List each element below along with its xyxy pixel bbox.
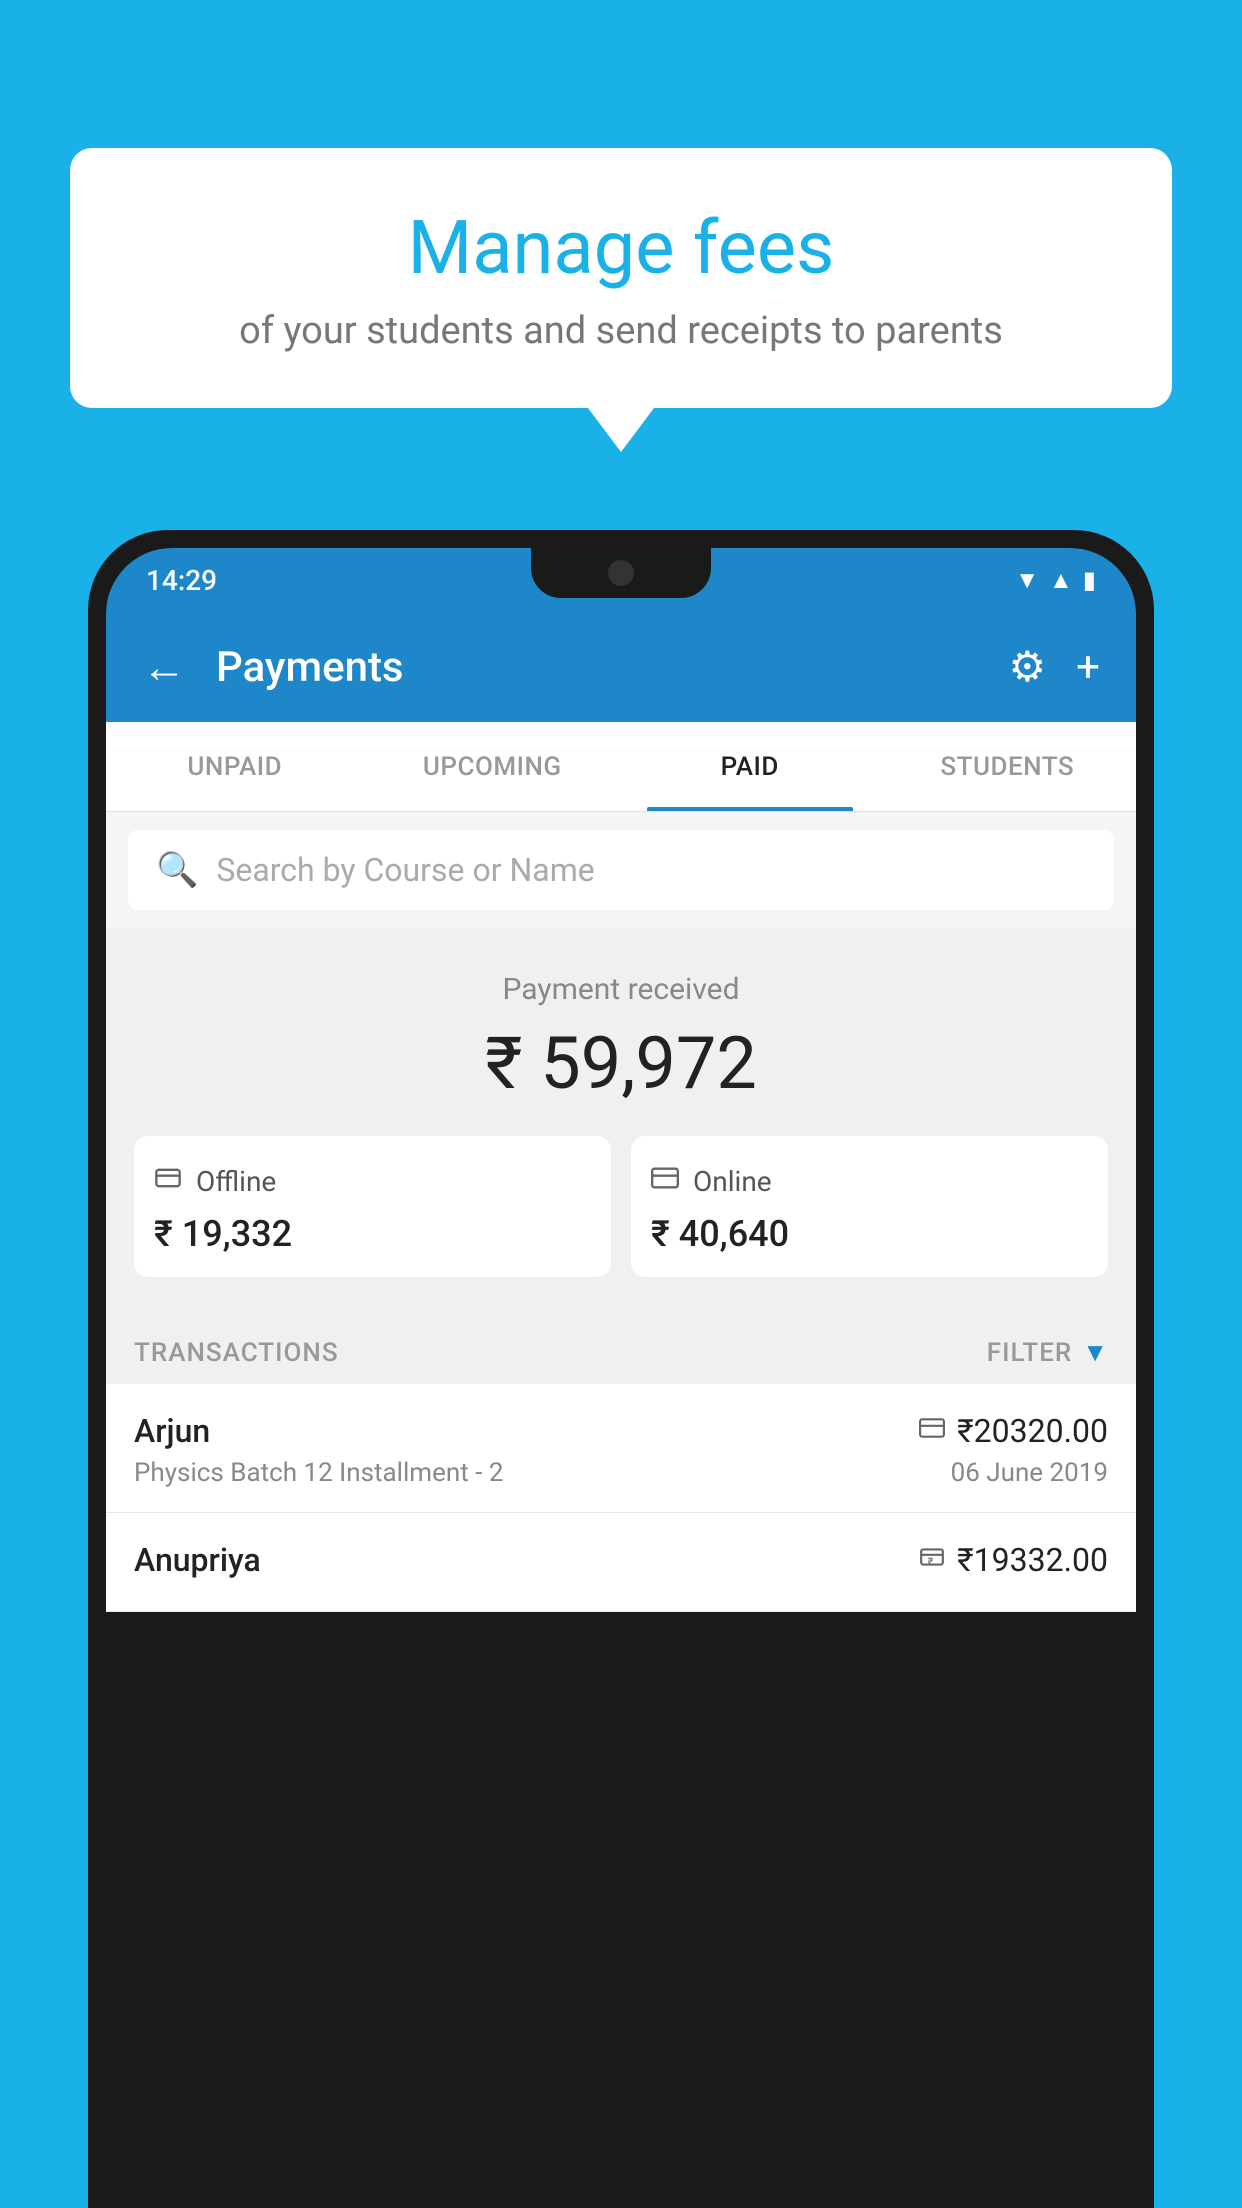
search-input[interactable]: Search by Course or Name	[216, 851, 594, 889]
online-amount: ₹ 40,640	[651, 1213, 1088, 1255]
transaction-amount-container: ₹20320.00	[919, 1412, 1108, 1450]
filter-container[interactable]: FILTER ▼	[987, 1337, 1108, 1368]
offline-icon	[154, 1164, 182, 1199]
bubble-title: Manage fees	[130, 208, 1112, 289]
settings-icon[interactable]: ⚙	[1009, 642, 1047, 692]
search-icon: 🔍	[156, 850, 198, 890]
table-row[interactable]: Arjun ₹20320.00 Physics	[106, 1384, 1136, 1513]
tab-students[interactable]: STUDENTS	[879, 722, 1137, 811]
app-bar: ← Payments ⚙ +	[106, 612, 1136, 722]
payment-summary: Payment received ₹ 59,972 Offli	[106, 928, 1136, 1315]
phone-notch	[531, 548, 711, 598]
online-label: Online	[693, 1165, 772, 1198]
transaction-name: Anupriya	[134, 1541, 261, 1579]
offline-payment-card: Offline ₹ 19,332	[134, 1136, 611, 1277]
app-bar-actions: ⚙ +	[1009, 642, 1101, 692]
offline-label: Offline	[196, 1165, 276, 1198]
payment-received-label: Payment received	[134, 972, 1108, 1007]
status-time: 14:29	[146, 564, 217, 597]
offline-card-header: Offline	[154, 1164, 591, 1199]
online-icon	[651, 1164, 679, 1199]
status-icons: ▼ ▲ ▮	[1015, 566, 1096, 595]
svg-text:₹: ₹	[928, 1555, 934, 1568]
transactions-header: TRANSACTIONS FILTER ▼	[106, 1315, 1136, 1384]
battery-icon: ▮	[1083, 566, 1096, 594]
back-button[interactable]: ←	[142, 641, 186, 693]
transaction-amount: ₹20320.00	[957, 1412, 1108, 1450]
screen-body: 🔍 Search by Course or Name Payment recei…	[106, 812, 1136, 1612]
transaction-amount-container: ₹ ₹19332.00	[919, 1541, 1108, 1579]
payment-total-amount: ₹ 59,972	[134, 1021, 1108, 1106]
search-bar[interactable]: 🔍 Search by Course or Name	[128, 830, 1114, 910]
transaction-row-bottom: Physics Batch 12 Installment - 2 06 June…	[134, 1458, 1108, 1488]
online-card-header: Online	[651, 1164, 1088, 1199]
phone-device: 14:29 ▼ ▲ ▮ ← Payments ⚙ + UNPAID UPCOMI…	[88, 530, 1154, 2208]
search-container: 🔍 Search by Course or Name	[106, 812, 1136, 928]
transaction-amount: ₹19332.00	[957, 1541, 1108, 1579]
rupee-icon: ₹	[919, 1544, 945, 1577]
transaction-row-top: Anupriya ₹ ₹19332.00	[134, 1541, 1108, 1579]
page-title: Payments	[216, 643, 979, 692]
tab-unpaid[interactable]: UNPAID	[106, 722, 364, 811]
credit-card-icon	[919, 1415, 945, 1448]
speech-bubble-container: Manage fees of your students and send re…	[70, 148, 1172, 408]
transactions-label: TRANSACTIONS	[134, 1338, 339, 1368]
transaction-list: Arjun ₹20320.00 Physics	[106, 1384, 1136, 1612]
speech-bubble: Manage fees of your students and send re…	[70, 148, 1172, 408]
phone-inner: 14:29 ▼ ▲ ▮ ← Payments ⚙ + UNPAID UPCOMI…	[106, 548, 1136, 2208]
online-payment-card: Online ₹ 40,640	[631, 1136, 1108, 1277]
tab-paid[interactable]: PAID	[621, 722, 879, 811]
tab-upcoming[interactable]: UPCOMING	[364, 722, 622, 811]
payment-cards: Offline ₹ 19,332	[134, 1136, 1108, 1277]
transaction-course: Physics Batch 12 Installment - 2	[134, 1458, 503, 1488]
tabs: UNPAID UPCOMING PAID STUDENTS	[106, 722, 1136, 812]
add-button[interactable]: +	[1076, 643, 1100, 692]
signal-icon: ▲	[1049, 566, 1073, 595]
filter-label: FILTER	[987, 1338, 1072, 1368]
transaction-date: 06 June 2019	[951, 1458, 1108, 1488]
table-row[interactable]: Anupriya ₹ ₹19332.00	[106, 1513, 1136, 1612]
transaction-row-top: Arjun ₹20320.00	[134, 1412, 1108, 1450]
offline-amount: ₹ 19,332	[154, 1213, 591, 1255]
camera-icon	[608, 560, 634, 586]
transaction-name: Arjun	[134, 1412, 210, 1450]
bubble-subtitle: of your students and send receipts to pa…	[130, 309, 1112, 353]
wifi-icon: ▼	[1015, 566, 1039, 595]
filter-icon: ▼	[1082, 1337, 1108, 1368]
